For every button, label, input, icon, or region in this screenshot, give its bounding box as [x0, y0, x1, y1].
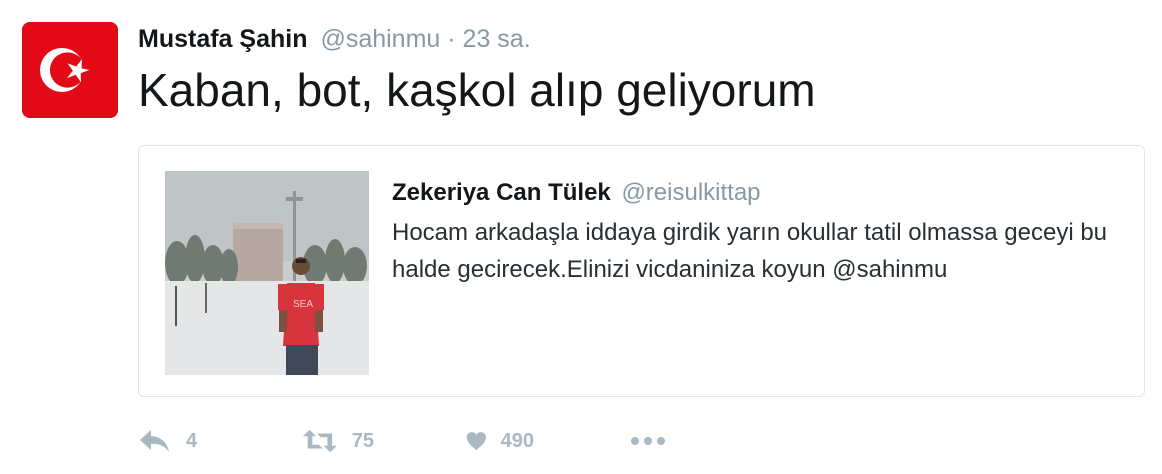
quoted-tweet-text: Hocam arkadaşla iddaya girdik yarın okul… — [392, 219, 1108, 283]
author-name[interactable]: Mustafa Şahin — [138, 25, 307, 53]
tweet-text: Kaban, bot, kaşkol alıp geliyorum — [138, 64, 816, 116]
quoted-author-handle[interactable]: @reisulkittap — [621, 179, 760, 206]
quoted-tweet-header: Zekeriya Can Tülek @reisulkittap — [392, 178, 761, 208]
turkish-flag-avatar — [22, 22, 118, 118]
more-icon — [631, 437, 665, 445]
reply-count: 4 — [186, 429, 198, 452]
more-button[interactable] — [630, 436, 666, 446]
shirt-text: SEA — [293, 299, 313, 310]
retweet-count: 75 — [351, 429, 374, 452]
like-count: 490 — [500, 429, 534, 452]
tweet-actions: 4 75 490 — [138, 422, 666, 460]
author-handle[interactable]: @sahinmu — [320, 25, 440, 53]
quoted-author-name[interactable]: Zekeriya Can Tülek — [392, 179, 611, 206]
snow-scene-image: SEA — [165, 171, 369, 375]
reply-button[interactable]: 4 — [138, 428, 210, 454]
separator: · — [447, 25, 456, 53]
retweet-button[interactable]: 75 — [302, 428, 374, 454]
quoted-tweet[interactable]: SEA Zekeriya Can Tülek @reisulkittap Hoc… — [138, 145, 1145, 397]
tweet-header: Mustafa Şahin @sahinmu · 23 sa. — [138, 24, 531, 54]
avatar[interactable] — [22, 22, 118, 118]
reply-icon — [140, 430, 169, 452]
heart-icon — [466, 432, 486, 450]
timestamp[interactable]: 23 sa. — [463, 25, 531, 53]
like-button[interactable]: 490 — [466, 427, 534, 455]
retweet-icon — [302, 429, 337, 453]
quoted-tweet-photo[interactable]: SEA — [165, 171, 369, 375]
